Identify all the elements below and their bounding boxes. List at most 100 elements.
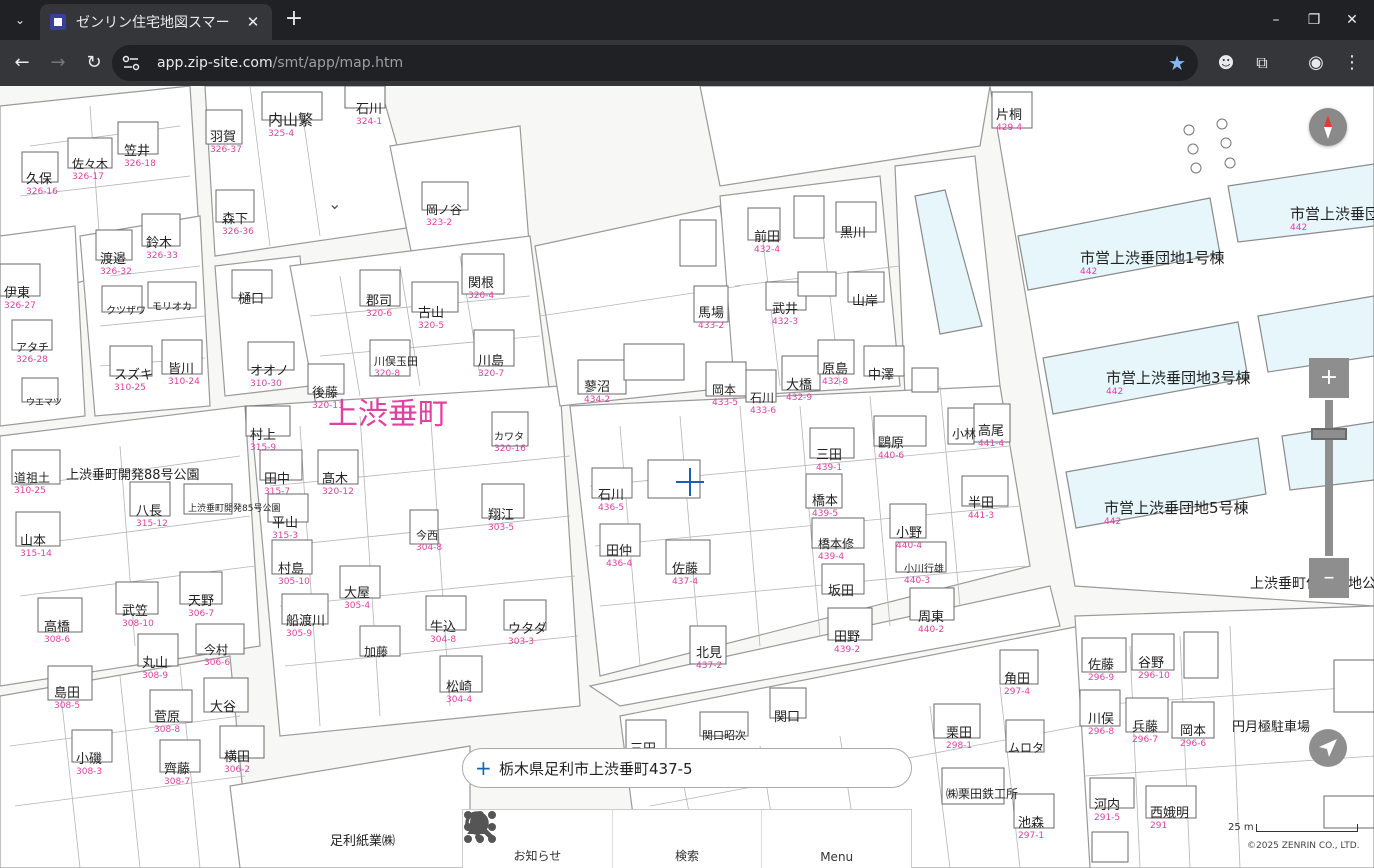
map-resident-label: 平山 (272, 516, 298, 531)
map-resident-label: 渡邉 (100, 251, 126, 267)
map-resident-label: 市営上渋垂団地5号棟 (1104, 499, 1249, 517)
minimize-icon[interactable]: – (1264, 8, 1288, 32)
tab-search-chevron-icon[interactable]: ⌄ (8, 8, 32, 32)
map-lot-number: 440-2 (918, 625, 944, 635)
map-resident-label: 坂田 (828, 584, 854, 599)
search-button[interactable]: 検索 (465, 810, 763, 868)
map-resident-label: 村島 (278, 562, 304, 577)
map-lot-number: 429-4 (996, 123, 1022, 133)
map-lot-number: 308-7 (164, 777, 190, 787)
map-lot-number: 320-16 (494, 444, 526, 454)
back-arrow-icon[interactable]: ← (10, 51, 34, 75)
map-lot-number: 296-10 (1138, 671, 1170, 681)
map-resident-label: 牛込 (430, 620, 456, 635)
site-info-icon[interactable] (122, 55, 140, 71)
map-lot-number: 296-7 (1132, 735, 1158, 745)
map-resident-label: 田仲 (606, 544, 632, 559)
map-lot-number: 315-3 (272, 531, 298, 541)
map-resident-label: 岡ノ谷 (426, 203, 462, 217)
map-resident-label: 鷗原 (878, 435, 904, 451)
map-resident-label: ムロタ (1008, 741, 1044, 755)
map-resident-label: 武笠 (122, 604, 148, 619)
map-resident-label: スズキ (114, 367, 153, 383)
extensions-puzzle-icon[interactable]: ⧉ (1250, 51, 1274, 75)
bookmark-star-icon[interactable]: ★ (1168, 51, 1186, 75)
navigation-arrow-icon (1319, 739, 1337, 757)
map-viewport[interactable]: 上渋垂町 内山繁 325-4 石川 324-1 羽賀 326-37 久保 326-16 佐々木 3… (0, 86, 1374, 868)
collapse-chevron-icon[interactable]: ⌄ (328, 194, 341, 213)
map-resident-label: 皆川 (168, 362, 194, 377)
map-resident-label: 小磯 (76, 752, 102, 767)
map-lot-number: 320-6 (366, 309, 392, 319)
map-resident-label: 大屋 (344, 586, 370, 601)
scale-label: 25 m (1228, 822, 1254, 833)
map-lot-number: 315-9 (250, 443, 276, 453)
map-resident-label: 今西 (416, 528, 438, 542)
map-resident-label: 高尾 (978, 423, 1004, 439)
zoom-in-button[interactable]: + (1309, 358, 1349, 398)
map-resident-label: 片桐 (996, 108, 1022, 123)
map-resident-label: モリオカ (152, 301, 192, 313)
browser-tab[interactable]: ゼンリン住宅地図スマー ✕ (40, 4, 272, 40)
map-lot-number: 439-1 (816, 463, 842, 473)
map-resident-label: 原島 (822, 362, 848, 377)
map-resident-label: 笠井 (124, 144, 150, 159)
map-lot-number: 326-36 (222, 227, 254, 237)
map-lot-number: 306-7 (188, 609, 214, 619)
more-menu-icon[interactable]: ⋮ (1340, 51, 1364, 75)
zoom-out-button[interactable]: – (1309, 558, 1349, 598)
browser-toolbar: ← → ↻ app.zip-site.com/smt/app/map.htm ★… (0, 40, 1374, 86)
map-lot-number: 320-4 (468, 291, 494, 301)
url-text[interactable]: app.zip-site.com/smt/app/map.htm (157, 55, 403, 71)
notice-label: お知らせ (513, 849, 562, 863)
map-lot-number: 326-16 (26, 187, 58, 197)
menu-button[interactable]: Menu (464, 810, 911, 868)
zoom-slider-track[interactable] (1325, 400, 1333, 556)
map-lot-number: 303-5 (488, 523, 514, 533)
close-tab-icon[interactable]: ✕ (244, 13, 262, 31)
reload-icon[interactable]: ↻ (82, 51, 106, 75)
map-lot-number: 296-8 (1088, 727, 1114, 737)
address-display[interactable]: + 栃木県足利市上渋垂町437-5 (462, 748, 912, 788)
map-resident-label: 島田 (54, 686, 80, 701)
current-location-button[interactable] (1309, 729, 1347, 767)
map-resident-label: 松崎 (446, 680, 472, 695)
map-resident-label: 菅原 (154, 710, 180, 725)
forward-arrow-icon[interactable]: → (46, 51, 70, 75)
map-lot-number: 439-2 (834, 645, 860, 655)
map-resident-label: 半田 (968, 496, 994, 511)
map-resident-label: 佐藤 (1088, 658, 1114, 673)
profile-icon[interactable]: ◉ (1304, 51, 1328, 75)
map-resident-label: 足利紙業㈱ (330, 833, 395, 849)
restore-icon[interactable]: ❐ (1302, 8, 1326, 32)
map-lot-number: 297-1 (1018, 831, 1044, 841)
map-resident-label: 樋口 (238, 291, 264, 307)
map-resident-label: 小林 (952, 427, 976, 441)
tab-title: ゼンリン住宅地図スマー (76, 15, 230, 31)
close-window-icon[interactable]: ✕ (1340, 8, 1364, 32)
map-resident-label: 中澤 (868, 368, 894, 383)
new-tab-plus-icon[interactable]: + (282, 8, 306, 32)
map-lot-number: 437-2 (696, 661, 722, 671)
map-resident-label: 前田 (754, 229, 780, 245)
address-bar[interactable]: app.zip-site.com/smt/app/map.htm ★ (112, 45, 1198, 81)
map-resident-label: 小野 (896, 526, 922, 541)
map-lot-number: 442 (1106, 387, 1123, 397)
map-lot-number: 310-25 (14, 486, 46, 496)
map-resident-label: 丸山 (142, 656, 168, 671)
map-resident-label: 翔江 (488, 508, 514, 523)
map-resident-label: 田野 (834, 630, 860, 645)
map-lot-number: 308-9 (142, 671, 168, 681)
map-resident-label: 兵藤 (1132, 720, 1158, 735)
map-lot-number: 326-37 (210, 145, 242, 155)
map-resident-label: 西娥明 (1150, 806, 1189, 821)
compass-button[interactable] (1309, 108, 1347, 146)
map-resident-label: 伊東 (4, 285, 30, 301)
menu-label: Menu (820, 850, 854, 864)
extension-avatar-icon[interactable]: ☻ (1214, 51, 1238, 75)
zoom-slider-handle[interactable] (1311, 428, 1347, 440)
map-lot-number: 441-4 (978, 439, 1004, 449)
compass-icon (1324, 115, 1332, 139)
map-resident-label: 大橋 (786, 378, 812, 393)
map-lot-number: 310-30 (250, 379, 282, 389)
